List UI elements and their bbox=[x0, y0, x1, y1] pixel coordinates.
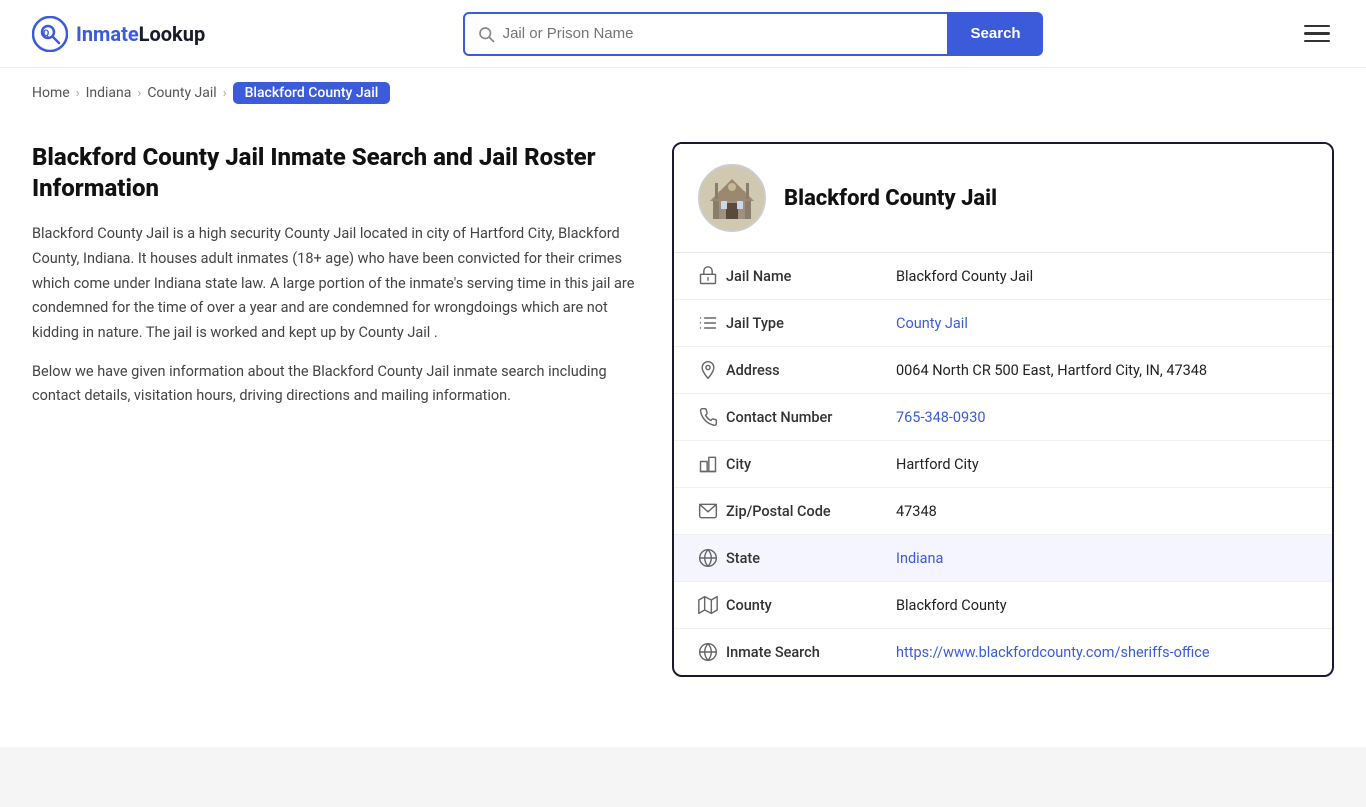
page-description-1: Blackford County Jail is a high security… bbox=[32, 222, 640, 345]
breadcrumb-current: Blackford County Jail bbox=[233, 82, 391, 104]
jail-building-icon bbox=[705, 171, 759, 225]
breadcrumb-sep-3: › bbox=[223, 86, 227, 101]
info-row: Zip/Postal Code 47348 bbox=[674, 488, 1332, 535]
info-row-value: 47348 bbox=[896, 503, 1308, 520]
info-row-icon bbox=[698, 548, 726, 568]
right-column: Blackford County Jail Jail Name Blackfor… bbox=[672, 142, 1334, 677]
menu-button[interactable] bbox=[1300, 21, 1334, 47]
info-row-label: Jail Name bbox=[726, 268, 896, 285]
logo-icon: Q bbox=[32, 16, 68, 52]
info-row-icon bbox=[698, 360, 726, 380]
info-value-text: 0064 North CR 500 East, Hartford City, I… bbox=[896, 362, 1207, 379]
search-input[interactable] bbox=[503, 25, 935, 42]
breadcrumb-sep-1: › bbox=[76, 86, 80, 101]
footer bbox=[0, 747, 1366, 807]
info-row: Contact Number 765-348-0930 bbox=[674, 394, 1332, 441]
info-value-link[interactable]: Indiana bbox=[896, 550, 943, 567]
info-row-icon bbox=[698, 642, 726, 662]
info-row-value: Blackford County bbox=[896, 597, 1308, 614]
breadcrumb-type[interactable]: County Jail bbox=[147, 85, 216, 101]
info-row-label: City bbox=[726, 456, 896, 473]
search-bar: Search bbox=[463, 12, 1043, 56]
breadcrumb-sep-2: › bbox=[137, 86, 141, 101]
card-jail-name: Blackford County Jail bbox=[784, 186, 997, 211]
info-row: Address 0064 North CR 500 East, Hartford… bbox=[674, 347, 1332, 394]
info-row: Jail Name Blackford County Jail bbox=[674, 253, 1332, 300]
info-row: Jail Type County Jail bbox=[674, 300, 1332, 347]
svg-text:Q: Q bbox=[43, 29, 49, 39]
info-row-value[interactable]: County Jail bbox=[896, 315, 1308, 332]
info-row-value[interactable]: https://www.blackfordcounty.com/sheriffs… bbox=[896, 644, 1308, 661]
info-value-link[interactable]: https://www.blackfordcounty.com/sheriffs… bbox=[896, 644, 1210, 661]
breadcrumb-state[interactable]: Indiana bbox=[86, 85, 132, 101]
page-title: Blackford County Jail Inmate Search and … bbox=[32, 142, 640, 204]
info-row: State Indiana bbox=[674, 535, 1332, 582]
hamburger-line-2 bbox=[1304, 32, 1330, 35]
info-row-value[interactable]: 765-348-0930 bbox=[896, 409, 1308, 426]
left-column: Blackford County Jail Inmate Search and … bbox=[32, 142, 672, 423]
search-icon bbox=[477, 25, 495, 43]
info-value-link[interactable]: County Jail bbox=[896, 315, 968, 332]
card-header: Blackford County Jail bbox=[674, 144, 1332, 253]
info-row-icon bbox=[698, 454, 726, 474]
info-value-text: 47348 bbox=[896, 503, 937, 520]
info-row-label: Contact Number bbox=[726, 409, 896, 426]
breadcrumb: Home › Indiana › County Jail › Blackford… bbox=[0, 68, 1366, 112]
jail-card: Blackford County Jail Jail Name Blackfor… bbox=[672, 142, 1334, 677]
info-row-icon bbox=[698, 313, 726, 333]
info-row-label: Zip/Postal Code bbox=[726, 503, 896, 520]
hamburger-line-1 bbox=[1304, 25, 1330, 28]
info-value-text: Blackford County bbox=[896, 597, 1007, 614]
info-row-value: Blackford County Jail bbox=[896, 268, 1308, 285]
search-input-wrap bbox=[463, 12, 949, 56]
info-row-value: Hartford City bbox=[896, 456, 1308, 473]
info-row-label: County bbox=[726, 597, 896, 614]
info-value-text: Blackford County Jail bbox=[896, 268, 1033, 285]
breadcrumb-home[interactable]: Home bbox=[32, 85, 70, 101]
info-row: County Blackford County bbox=[674, 582, 1332, 629]
info-row-icon bbox=[698, 501, 726, 521]
info-value-text: Hartford City bbox=[896, 456, 979, 473]
logo[interactable]: Q InmateLookup bbox=[32, 16, 205, 52]
search-button[interactable]: Search bbox=[949, 12, 1043, 56]
main-content: Blackford County Jail Inmate Search and … bbox=[0, 112, 1366, 717]
info-row-label: Address bbox=[726, 362, 896, 379]
info-row-label: Jail Type bbox=[726, 315, 896, 332]
avatar bbox=[698, 164, 766, 232]
hamburger-line-3 bbox=[1304, 40, 1330, 43]
info-row-label: Inmate Search bbox=[726, 644, 896, 661]
info-row: City Hartford City bbox=[674, 441, 1332, 488]
info-row: Inmate Search https://www.blackfordcount… bbox=[674, 629, 1332, 675]
info-value-link[interactable]: 765-348-0930 bbox=[896, 409, 986, 426]
info-row-value: 0064 North CR 500 East, Hartford City, I… bbox=[896, 362, 1308, 379]
info-row-label: State bbox=[726, 550, 896, 567]
logo-text: InmateLookup bbox=[76, 22, 205, 46]
info-row-icon bbox=[698, 407, 726, 427]
info-row-icon bbox=[698, 595, 726, 615]
info-row-value[interactable]: Indiana bbox=[896, 550, 1308, 567]
info-row-icon bbox=[698, 266, 726, 286]
page-description-2: Below we have given information about th… bbox=[32, 360, 640, 409]
info-table: Jail Name Blackford County Jail Jail Typ… bbox=[674, 253, 1332, 675]
